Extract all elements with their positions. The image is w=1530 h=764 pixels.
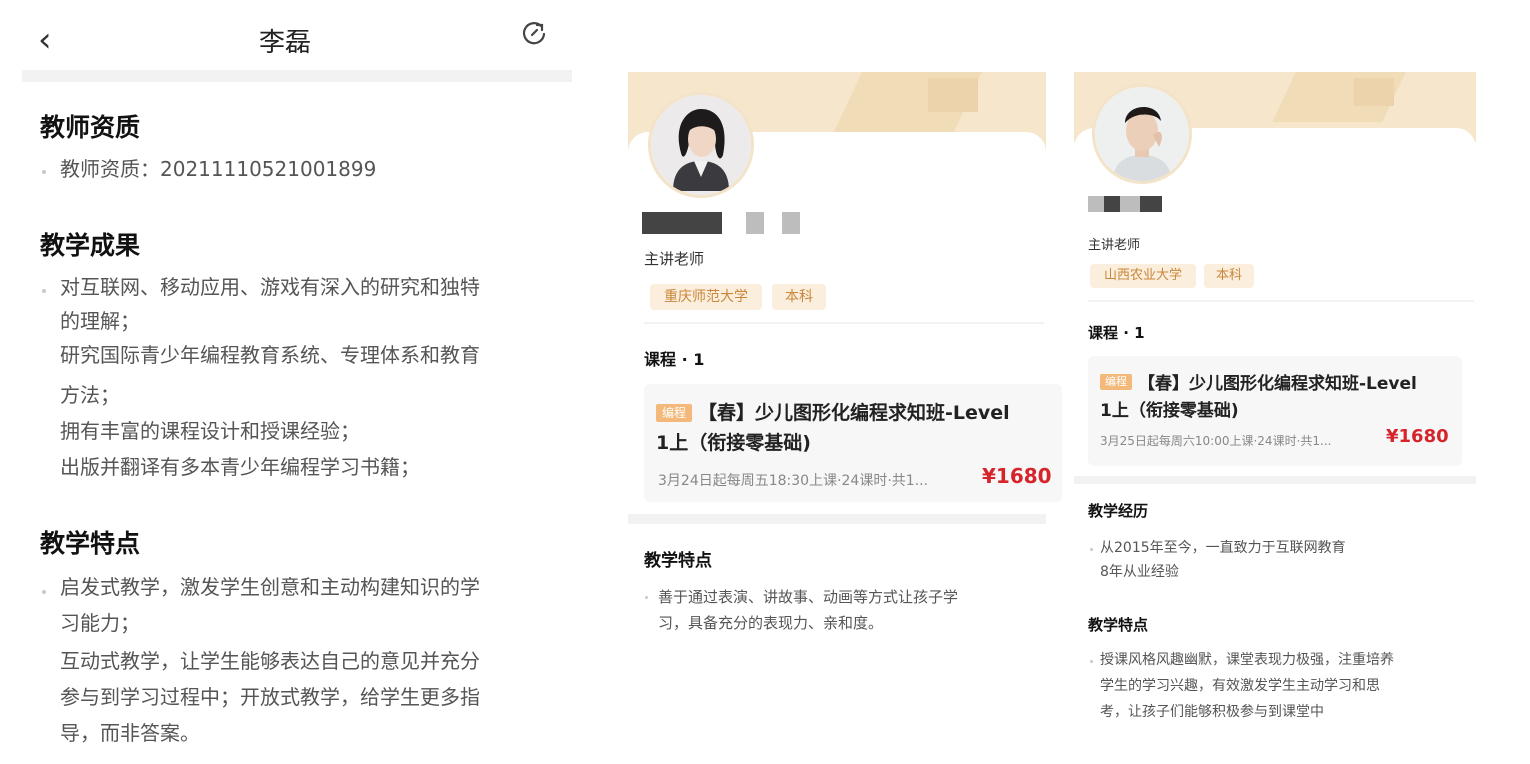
feature-line: 习能力； xyxy=(60,611,140,635)
avatar-male-icon xyxy=(1095,87,1189,181)
feature-line: 考，让孩子们能够积极参与到课堂中 xyxy=(1100,704,1324,720)
achievement-line: 拥有丰富的课程设计和授课经验； xyxy=(60,419,360,443)
experience-line: 从2015年至今，一直致力于互联网教育 xyxy=(1100,540,1346,556)
school-tag: 重庆师范大学 xyxy=(650,284,762,310)
teacher-detail-panel: ‹ 李磊 教师资质 教师资质：20211110521001899 教学成果 对互… xyxy=(0,0,590,764)
section-divider xyxy=(22,70,572,82)
experience-line: 8年从业经验 xyxy=(1100,564,1179,580)
course-title: 【春】少儿图形化编程求知班-Level xyxy=(698,402,1010,424)
course-card[interactable]: 编程 【春】少儿图形化编程求知班-Level 1上（衔接零基础) 3月24日起每… xyxy=(644,384,1062,502)
course-meta: 3月24日起每周五18:30上课·24课时·共1... xyxy=(658,473,929,489)
feature-line: 参与到学习过程中；开放式教学，给学生更多指 xyxy=(60,685,480,709)
bullet-dot xyxy=(1090,660,1093,663)
redacted-name xyxy=(1104,196,1120,212)
course-title: 1上（衔接零基础) xyxy=(1100,401,1239,421)
courses-heading: 课程 · 1 xyxy=(644,350,705,369)
redacted-name xyxy=(782,212,800,234)
back-icon[interactable]: ‹ xyxy=(38,20,52,60)
feature-line: 学生的学习兴趣，有效激发学生主动学习和思 xyxy=(1100,678,1380,694)
achievement-line: 对互联网、移动应用、游戏有深入的研究和独特 xyxy=(60,275,480,299)
bullet-dot xyxy=(645,596,648,599)
section-divider xyxy=(1074,476,1476,484)
course-category-tag: 编程 xyxy=(1100,374,1132,390)
feature-line: 互动式教学，让学生能够表达自己的意见并充分 xyxy=(60,649,480,673)
redacted-name xyxy=(1140,196,1162,212)
qualification-heading: 教师资质 xyxy=(40,113,141,142)
qualification-text: 教师资质：20211110521001899 xyxy=(60,157,377,181)
achievements-heading: 教学成果 xyxy=(40,231,141,260)
course-price: ¥1680 xyxy=(1386,426,1449,447)
course-meta: 3月25日起每周六10:00上课·24课时·共1... xyxy=(1100,434,1332,448)
school-tag: 山西农业大学 xyxy=(1090,264,1196,288)
feature-line: 导，而非答案。 xyxy=(60,721,200,745)
teacher-avatar xyxy=(648,92,754,198)
course-title: 1上（衔接零基础) xyxy=(656,432,811,454)
teacher-role: 主讲老师 xyxy=(644,250,705,268)
feature-line: 授课风格风趣幽默，课堂表现力极强，注重培养 xyxy=(1100,652,1394,668)
bullet-dot xyxy=(42,170,46,174)
bullet-dot xyxy=(1090,548,1093,551)
course-card[interactable]: 编程 【春】少儿图形化编程求知班-Level 1上（衔接零基础) 3月25日起每… xyxy=(1088,356,1462,466)
page-title: 李磊 xyxy=(258,28,311,58)
teacher-role: 主讲老师 xyxy=(1088,238,1141,253)
feature-line: 习，具备充分的表现力、亲和度。 xyxy=(658,614,884,632)
achievement-line: 研究国际青少年编程教育系统、专理体系和教育 xyxy=(60,343,480,367)
section-divider xyxy=(628,514,1046,524)
features-heading: 教学特点 xyxy=(40,529,141,558)
feature-line: 启发式教学，激发学生创意和主动构建知识的学 xyxy=(60,575,480,599)
redacted-name xyxy=(746,212,764,234)
section-divider xyxy=(1088,300,1474,302)
achievement-line: 的理解； xyxy=(60,309,140,333)
feature-line: 善于通过表演、讲故事、动画等方式让孩子学 xyxy=(658,588,959,606)
degree-tag: 本科 xyxy=(772,284,826,310)
achievement-line: 出版并翻译有多本青少年编程学习书籍； xyxy=(60,455,420,479)
course-price: ¥1680 xyxy=(982,464,1052,488)
refresh-icon[interactable] xyxy=(520,20,548,48)
redacted-name xyxy=(642,212,722,234)
degree-tag: 本科 xyxy=(1204,264,1254,288)
bullet-dot xyxy=(42,289,46,293)
avatar-female-icon xyxy=(651,95,751,195)
section-divider xyxy=(644,322,1044,324)
courses-heading: 课程 · 1 xyxy=(1088,324,1145,342)
teacher-avatar xyxy=(1092,84,1192,184)
features-heading: 教学特点 xyxy=(644,551,712,571)
course-category-tag: 编程 xyxy=(656,404,692,422)
bullet-dot xyxy=(42,590,46,594)
features-heading: 教学特点 xyxy=(1088,616,1149,634)
experience-heading: 教学经历 xyxy=(1088,502,1149,520)
course-title: 【春】少儿图形化编程求知班-Level xyxy=(1138,374,1417,394)
achievement-line: 方法； xyxy=(60,383,120,407)
